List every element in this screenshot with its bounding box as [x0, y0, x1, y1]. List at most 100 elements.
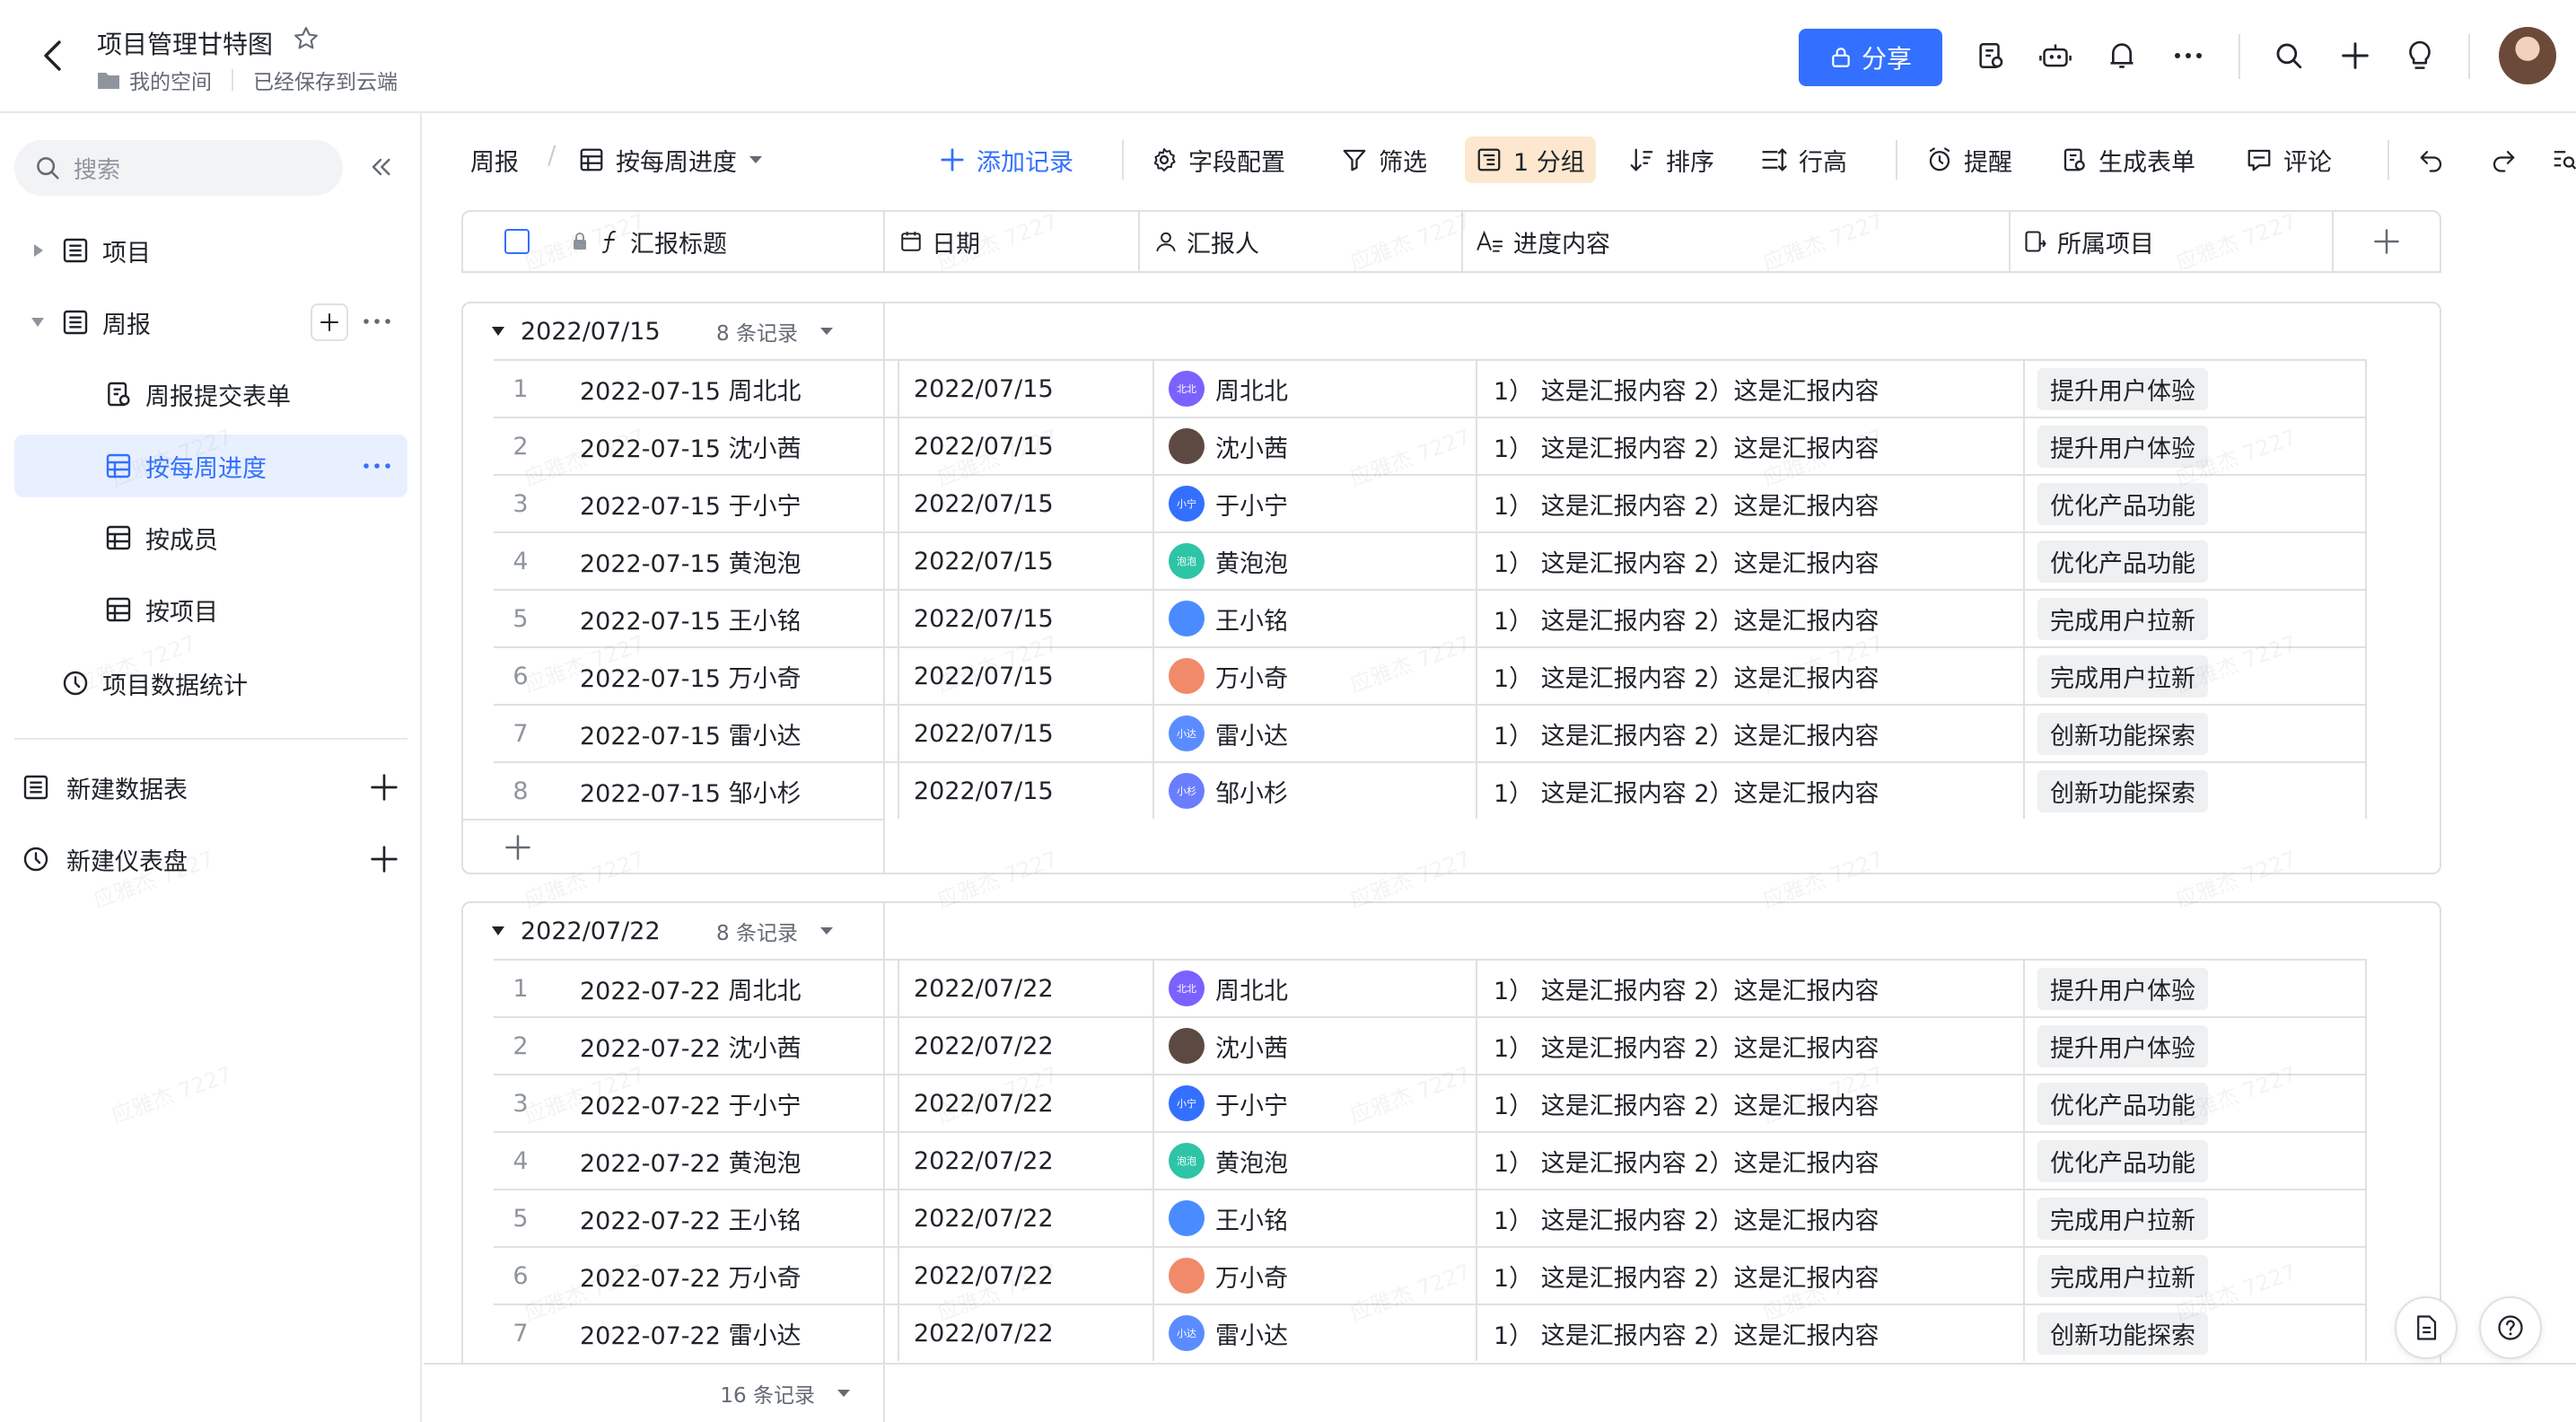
generate-form-button[interactable]: 生成表单 [2061, 136, 2195, 183]
cell-reporter[interactable]: 小杉 邹小杉 [1152, 763, 1476, 819]
share-button[interactable]: 分享 [1799, 29, 1942, 86]
select-all-checkbox[interactable] [504, 229, 530, 254]
cell-date[interactable]: 2022/07/15 [898, 591, 1152, 646]
redo-icon[interactable] [2490, 136, 2517, 183]
cell-title[interactable]: 2022-07-15 王小铭 [580, 591, 802, 646]
filter-button[interactable]: 筛选 [1341, 136, 1427, 183]
table-row[interactable]: 6 2022-07-15 万小奇 2022/07/15 万小奇 1） 这是汇报内容 2）… [494, 646, 2367, 704]
document-icon[interactable] [2395, 1296, 2458, 1359]
cell-reporter[interactable]: 万小奇 [1152, 648, 1476, 704]
location-label[interactable]: 我的空间 [129, 65, 212, 95]
cell-content[interactable]: 1） 这是汇报内容 2）这是汇报内容 [1476, 1305, 2023, 1361]
project-tag[interactable]: 完成用户拉新 [2037, 654, 2208, 698]
cell-title[interactable]: 2022-07-15 黄泡泡 [580, 533, 802, 589]
cell-date[interactable]: 2022/07/22 [898, 1018, 1152, 1074]
cell-content[interactable]: 1） 这是汇报内容 2）这是汇报内容 [1476, 706, 2023, 761]
cell-content[interactable]: 1） 这是汇报内容 2）这是汇报内容 [1476, 648, 2023, 704]
user-avatar[interactable] [2499, 27, 2556, 84]
cell-project[interactable]: 优化产品功能 [2023, 1075, 2367, 1131]
cell-project[interactable]: 完成用户拉新 [2023, 591, 2367, 646]
cell-date[interactable]: 2022/07/15 [898, 361, 1152, 417]
bulb-icon[interactable] [2402, 38, 2438, 74]
cell-title[interactable]: 2022-07-15 雷小达 [580, 706, 802, 761]
project-tag[interactable]: 创新功能探索 [2037, 712, 2208, 755]
table-row[interactable]: 8 2022-07-15 邹小杉 2022/07/15 小杉 邹小杉 1） 这是汇报内容 … [494, 761, 2367, 819]
cell-date[interactable]: 2022/07/22 [898, 1075, 1152, 1131]
cell-content[interactable]: 1） 这是汇报内容 2）这是汇报内容 [1476, 763, 2023, 819]
table-row[interactable]: 5 2022-07-15 王小铭 2022/07/15 王小铭 1） 这是汇报内容 2）… [494, 589, 2367, 646]
cell-reporter[interactable]: 万小奇 [1152, 1248, 1476, 1304]
table-row[interactable]: 3 2022-07-15 于小宁 2022/07/15 小宁 于小宁 1） 这是汇报内容 … [494, 474, 2367, 531]
doc-title[interactable]: 项目管理甘特图 [97, 25, 273, 61]
cell-reporter[interactable]: 泡泡 黄泡泡 [1152, 533, 1476, 589]
cell-content[interactable]: 1） 这是汇报内容 2）这是汇报内容 [1476, 961, 2023, 1016]
cell-project[interactable]: 完成用户拉新 [2023, 1190, 2367, 1246]
table-row[interactable]: 2 2022-07-22 沈小茜 2022/07/22 沈小茜 1） 这是汇报内容 2）… [494, 1016, 2367, 1074]
form-icon[interactable] [1973, 38, 2009, 74]
project-tag[interactable]: 创新功能探索 [2037, 1312, 2208, 1355]
sort-button[interactable]: 排序 [1628, 136, 1714, 183]
back-icon[interactable] [34, 38, 70, 74]
caret-right-icon[interactable] [32, 243, 45, 258]
cell-project[interactable]: 创新功能探索 [2023, 763, 2367, 819]
cell-date[interactable]: 2022/07/15 [898, 706, 1152, 761]
view-switcher[interactable]: 按每周进度 [578, 136, 764, 183]
cell-reporter[interactable]: 小达 雷小达 [1152, 1305, 1476, 1361]
sidebar-item-project-stats[interactable]: 项目数据统计 [0, 652, 248, 715]
chevron-down-icon[interactable] [819, 326, 834, 337]
cell-date[interactable]: 2022/07/15 [898, 648, 1152, 704]
project-tag[interactable]: 创新功能探索 [2037, 769, 2208, 812]
cell-reporter[interactable]: 王小铭 [1152, 1190, 1476, 1246]
cell-reporter[interactable]: 小宁 于小宁 [1152, 1075, 1476, 1131]
project-tag[interactable]: 优化产品功能 [2037, 1139, 2208, 1182]
cell-project[interactable]: 创新功能探索 [2023, 1305, 2367, 1361]
undo-icon[interactable] [2418, 136, 2445, 183]
project-tag[interactable]: 完成用户拉新 [2037, 1197, 2208, 1240]
more-icon[interactable] [363, 462, 391, 470]
comment-button[interactable]: 评论 [2246, 136, 2332, 183]
cell-date[interactable]: 2022/07/22 [898, 1133, 1152, 1189]
cell-content[interactable]: 1） 这是汇报内容 2）这是汇报内容 [1476, 1018, 2023, 1074]
group-header[interactable]: 2022/07/15 [463, 303, 661, 359]
plus-icon[interactable] [370, 845, 399, 873]
table-row[interactable]: 7 2022-07-22 雷小达 2022/07/22 小达 雷小达 1） 这是汇报内容 … [494, 1304, 2367, 1361]
header-title[interactable]: 汇报标题 [463, 212, 885, 271]
more-icon[interactable] [363, 318, 391, 325]
group-header[interactable]: 2022/07/22 [463, 903, 661, 959]
cell-date[interactable]: 2022/07/22 [898, 961, 1152, 1016]
table-row[interactable]: 3 2022-07-22 于小宁 2022/07/22 小宁 于小宁 1） 这是汇报内容 … [494, 1074, 2367, 1131]
row-height-button[interactable]: 行高 [1761, 136, 1847, 183]
cell-project[interactable]: 提升用户体验 [2023, 361, 2367, 417]
cell-content[interactable]: 1） 这是汇报内容 2）这是汇报内容 [1476, 1248, 2023, 1304]
cell-project[interactable]: 优化产品功能 [2023, 533, 2367, 589]
new-dashboard-button[interactable]: 新建仪表盘 [0, 828, 422, 891]
project-tag[interactable]: 完成用户拉新 [2037, 597, 2208, 640]
project-tag[interactable]: 优化产品功能 [2037, 540, 2208, 583]
cell-content[interactable]: 1） 这是汇报内容 2）这是汇报内容 [1476, 361, 2023, 417]
add-view-button[interactable] [311, 303, 348, 341]
sidebar-item-weekly-progress[interactable]: 按每周进度 [14, 434, 407, 497]
reminder-button[interactable]: 提醒 [1926, 136, 2012, 183]
plus-icon[interactable] [2337, 38, 2373, 74]
bell-icon[interactable] [2104, 38, 2140, 74]
table-row[interactable]: 5 2022-07-22 王小铭 2022/07/22 王小铭 1） 这是汇报内容 2）… [494, 1189, 2367, 1246]
robot-icon[interactable] [2037, 38, 2073, 74]
cell-title[interactable]: 2022-07-22 沈小茜 [580, 1018, 802, 1074]
cell-title[interactable]: 2022-07-15 周北北 [580, 361, 802, 417]
project-tag[interactable]: 提升用户体验 [2037, 1024, 2208, 1067]
add-row-button[interactable] [463, 819, 883, 874]
project-tag[interactable]: 优化产品功能 [2037, 482, 2208, 525]
header-date[interactable]: 日期 [885, 212, 1140, 271]
cell-title[interactable]: 2022-07-22 于小宁 [580, 1075, 802, 1131]
cell-project[interactable]: 优化产品功能 [2023, 476, 2367, 531]
cell-project[interactable]: 创新功能探索 [2023, 706, 2367, 761]
cell-content[interactable]: 1） 这是汇报内容 2）这是汇报内容 [1476, 1075, 2023, 1131]
cell-title[interactable]: 2022-07-22 黄泡泡 [580, 1133, 802, 1189]
sidebar-item-by-member[interactable]: 按成员 [0, 506, 218, 569]
cell-project[interactable]: 提升用户体验 [2023, 418, 2367, 474]
add-field-button[interactable] [2334, 212, 2440, 271]
cell-title[interactable]: 2022-07-15 于小宁 [580, 476, 802, 531]
header-reporter[interactable]: 汇报人 [1140, 212, 1463, 271]
record-total[interactable]: 16 条记录 [424, 1365, 885, 1422]
cell-date[interactable]: 2022/07/15 [898, 476, 1152, 531]
